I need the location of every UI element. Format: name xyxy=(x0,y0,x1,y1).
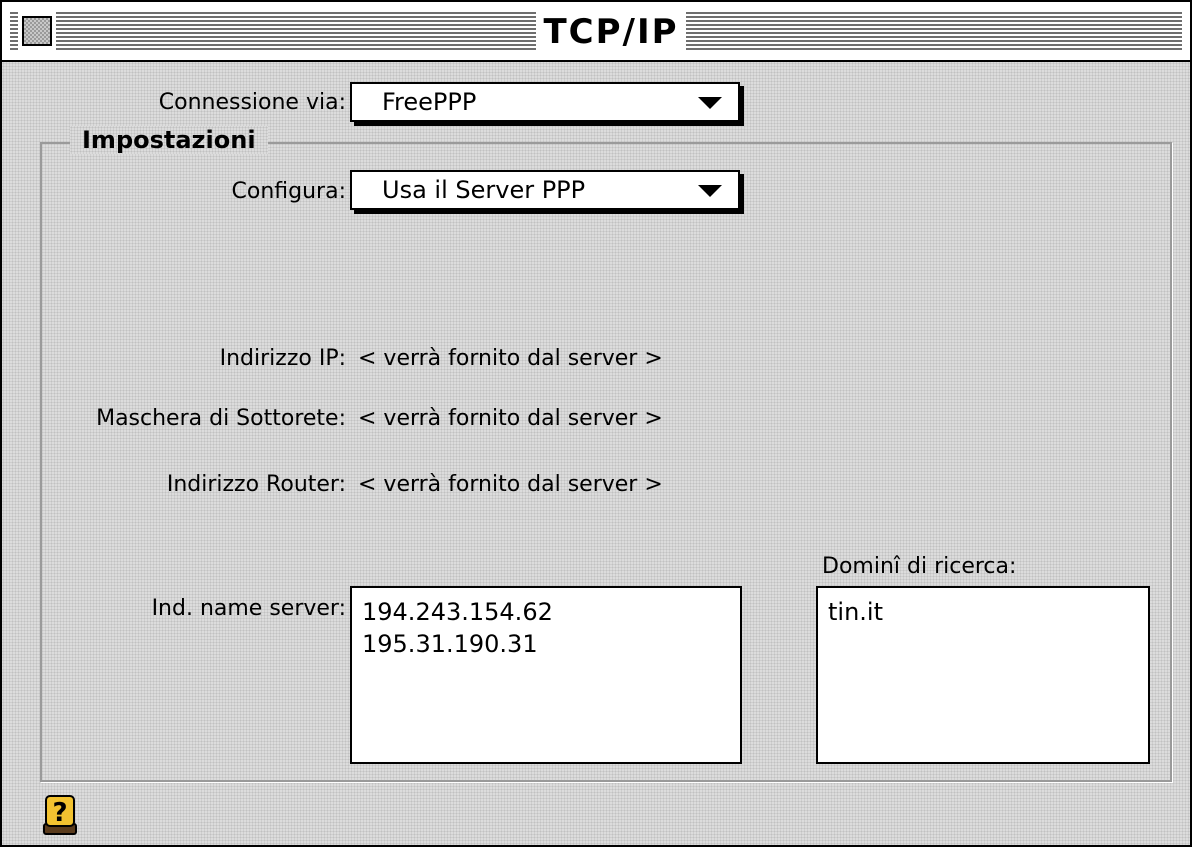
configure-label: Configura: xyxy=(231,179,346,204)
connection-value: FreePPP xyxy=(382,88,477,116)
title-stripes-left xyxy=(10,12,536,50)
help-question-icon[interactable]: ? xyxy=(40,794,80,836)
svg-text:?: ? xyxy=(52,798,67,828)
title-bar[interactable]: TCP/IP xyxy=(2,2,1190,62)
router-address-value: < verrà fornito dal server > xyxy=(358,472,663,497)
ip-address-label: Indirizzo IP: xyxy=(219,346,346,371)
connection-label: Connessione via: xyxy=(158,90,346,115)
search-domains-textarea[interactable]: tin.it xyxy=(816,586,1150,764)
settings-group-title: Impostazioni xyxy=(70,126,268,154)
name-server-line: 194.243.154.62 xyxy=(362,598,553,626)
configure-popup[interactable]: Usa il Server PPP xyxy=(350,170,740,210)
subnet-mask-value: < verrà fornito dal server > xyxy=(358,406,663,431)
connection-popup[interactable]: FreePPP xyxy=(350,82,740,122)
name-server-label: Ind. name server: xyxy=(151,596,346,621)
title-stripes-right xyxy=(686,12,1182,50)
name-server-textarea[interactable]: 194.243.154.62 195.31.190.31 xyxy=(350,586,742,764)
ip-address-value: < verrà fornito dal server > xyxy=(358,346,663,371)
triangle-down-icon xyxy=(698,185,722,197)
configure-value: Usa il Server PPP xyxy=(382,176,586,204)
name-server-line: 195.31.190.31 xyxy=(362,630,538,658)
search-domains-label: Dominî di ricerca: xyxy=(822,554,1017,579)
close-box-icon[interactable] xyxy=(22,16,52,46)
tcpip-window: TCP/IP Connessione via: FreePPP Impostaz… xyxy=(0,0,1192,847)
search-domain-line: tin.it xyxy=(828,598,883,626)
subnet-mask-label: Maschera di Sottorete: xyxy=(96,406,346,431)
triangle-down-icon xyxy=(698,97,722,109)
window-title: TCP/IP xyxy=(536,10,686,54)
router-address-label: Indirizzo Router: xyxy=(166,472,346,497)
